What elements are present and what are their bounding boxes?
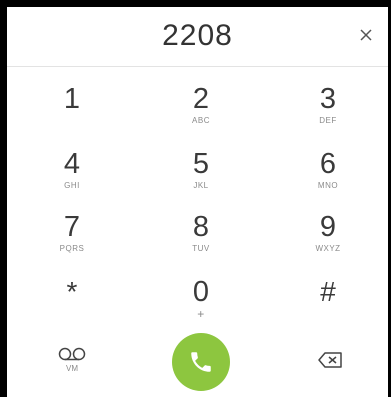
key-letters: ABC	[192, 116, 210, 125]
key-2[interactable]: 2 ABC	[161, 82, 241, 138]
key-letters: MNO	[317, 181, 339, 190]
key-letters: PQRS	[59, 244, 85, 253]
key-digit: 7	[63, 211, 81, 243]
backspace-button[interactable]	[317, 351, 343, 369]
backspace-icon	[318, 352, 342, 368]
key-9[interactable]: 9 WXYZ	[288, 210, 368, 266]
key-4[interactable]: 4 GHI	[32, 147, 112, 203]
key-digit: 8	[192, 211, 210, 243]
key-8[interactable]: 8 TUV	[161, 210, 241, 266]
key-letters: +	[197, 307, 205, 321]
key-letters: WXYZ	[315, 244, 341, 253]
key-digit: 6	[319, 148, 337, 180]
key-letters: TUV	[192, 244, 210, 253]
dialer-screen: 2208 1 2 ABC 3 DEF 4 GHI 5 JKL 6 MNO 7 P…	[7, 7, 388, 397]
key-digit: #	[320, 276, 336, 307]
voicemail-label: VM	[66, 364, 78, 373]
key-digit: 3	[319, 83, 337, 115]
key-star[interactable]: *	[32, 275, 112, 331]
phone-icon	[191, 352, 211, 372]
voicemail-button[interactable]: VM	[52, 344, 92, 380]
key-digit: 9	[319, 211, 337, 243]
key-3[interactable]: 3 DEF	[288, 82, 368, 138]
key-5[interactable]: 5 JKL	[161, 147, 241, 203]
number-display: 2208	[7, 7, 388, 67]
key-digit: 0	[192, 276, 210, 308]
key-hash[interactable]: #	[288, 275, 368, 331]
key-1[interactable]: 1	[32, 82, 112, 138]
key-digit: 5	[192, 148, 210, 180]
key-letters: DEF	[319, 116, 337, 125]
key-0[interactable]: 0 +	[161, 275, 241, 331]
key-7[interactable]: 7 PQRS	[32, 210, 112, 266]
key-digit: 4	[63, 148, 81, 180]
key-letters: GHI	[64, 181, 80, 190]
close-icon	[360, 29, 372, 41]
key-6[interactable]: 6 MNO	[288, 147, 368, 203]
key-digit: 2	[192, 83, 210, 115]
voicemail-icon	[58, 347, 86, 361]
call-button[interactable]	[172, 333, 230, 391]
dialed-number: 2208	[162, 19, 233, 52]
key-digit: *	[66, 276, 78, 307]
key-digit: 1	[63, 83, 81, 115]
key-letters: JKL	[193, 181, 209, 190]
clear-button[interactable]	[354, 23, 378, 47]
